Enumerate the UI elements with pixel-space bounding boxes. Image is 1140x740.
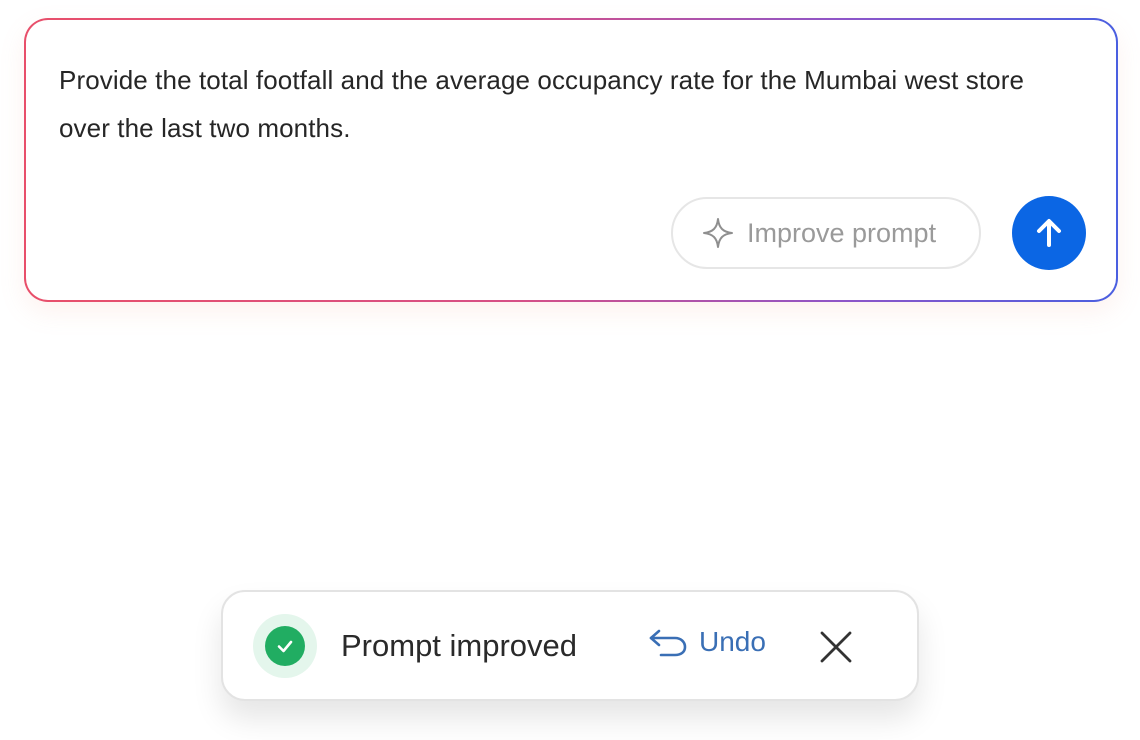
improve-prompt-label: Improve prompt	[747, 217, 937, 248]
toast-notification: Prompt improved Undo	[221, 590, 919, 701]
arrow-up-icon	[1031, 215, 1067, 251]
prompt-composer-inner: Provide the total footfall and the avera…	[26, 20, 1116, 300]
undo-label: Undo	[699, 626, 766, 657]
improve-prompt-button[interactable]: Improve prompt	[671, 197, 981, 269]
toast-message: Prompt improved	[341, 628, 578, 663]
send-button[interactable]	[1012, 196, 1086, 270]
check-circle-icon	[253, 614, 317, 678]
sparkle-icon	[701, 216, 735, 250]
prompt-input[interactable]: Provide the total footfall and the avera…	[59, 56, 1049, 152]
page: Provide the total footfall and the avera…	[0, 0, 1140, 740]
undo-button[interactable]: Undo	[647, 626, 766, 658]
undo-arrow-icon	[647, 627, 689, 657]
prompt-composer: Provide the total footfall and the avera…	[24, 18, 1118, 302]
close-icon	[819, 630, 853, 664]
close-button[interactable]	[817, 628, 855, 666]
